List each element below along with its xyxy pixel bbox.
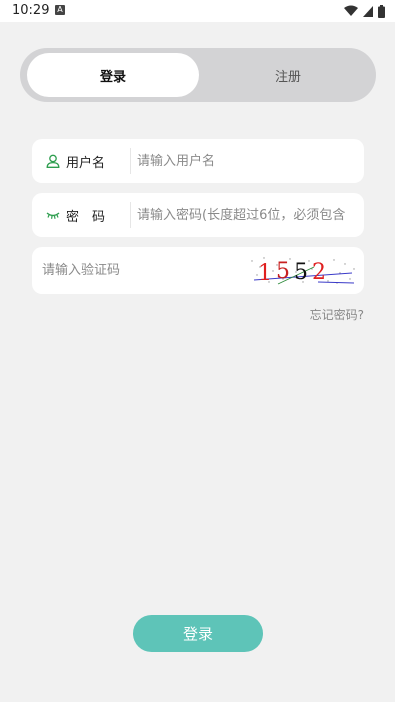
captcha-digit: 5: [294, 260, 308, 285]
tab-login[interactable]: 登录: [27, 53, 199, 97]
status-time: 10:29: [12, 3, 50, 18]
captcha-digit: 1: [258, 261, 272, 285]
forgot-password-link[interactable]: 忘记密码?: [310, 306, 364, 323]
password-input[interactable]: [137, 193, 357, 237]
captcha-digit: 2: [312, 260, 326, 285]
battery-icon: [378, 4, 385, 18]
username-label-group: 用户名: [46, 139, 105, 183]
captcha-image[interactable]: 1 5 5 2: [248, 255, 356, 285]
status-icons: [344, 4, 385, 18]
captcha-field: 1 5 5 2: [32, 247, 364, 294]
notification-icon: A: [55, 5, 65, 15]
divider: [130, 202, 131, 228]
status-bar: 10:29 A: [0, 0, 395, 22]
signal-icon: [363, 5, 373, 17]
username-input[interactable]: [137, 139, 357, 183]
username-field: 用户名: [32, 139, 364, 183]
tab-register[interactable]: 注册: [202, 53, 374, 97]
captcha-input[interactable]: [42, 247, 232, 293]
password-label: 密 码: [66, 209, 106, 225]
captcha-digit: 5: [276, 259, 290, 284]
username-label: 用户名: [66, 155, 106, 171]
login-register-tabs: 登录 注册: [20, 48, 376, 102]
password-label-group: 密 码: [46, 193, 105, 237]
eye-closed-icon: [46, 212, 60, 219]
password-field: 密 码: [32, 193, 364, 237]
user-icon: [46, 154, 60, 168]
login-button[interactable]: 登录: [133, 615, 263, 652]
wifi-icon: [344, 5, 358, 16]
divider: [130, 148, 131, 174]
